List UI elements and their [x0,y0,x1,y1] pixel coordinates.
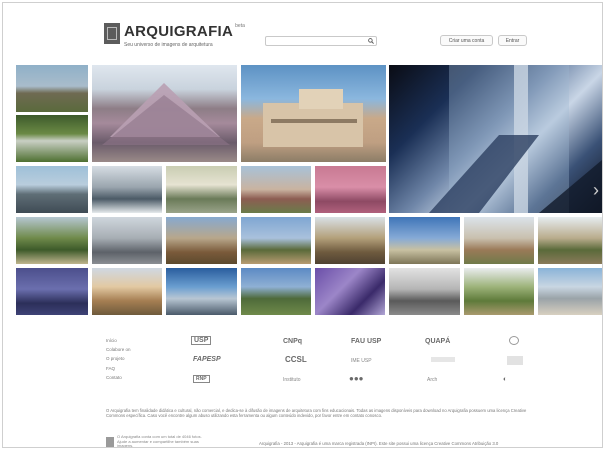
photo-tile[interactable] [92,217,162,264]
photo-tile[interactable] [241,268,311,315]
footer-link-home[interactable]: Início [106,338,131,343]
site-logo[interactable]: ARQUIGRAFIA beta Seu universo de imagens … [104,23,245,48]
partner-logo-quapa[interactable]: QUAPÁ [425,338,450,345]
photo-tile[interactable] [315,268,385,315]
footer-link-contact[interactable]: Contato [106,375,131,380]
footer-note-text: O Arquigrafia conta com um total de 4046… [117,434,202,448]
photo-tile[interactable] [166,268,237,315]
photo-tile[interactable] [16,115,88,162]
partner-logo-fau[interactable]: FAU USP [351,338,381,345]
footer-link-faq[interactable]: FAQ [106,366,131,371]
logo-icon [104,23,120,44]
partner-logo-ccsl[interactable]: CCSL [285,355,307,364]
partner-logo-fapesp[interactable]: FAPESP [193,356,221,363]
create-account-button[interactable]: Criar uma conta [440,35,493,46]
photo-mosaic [16,65,602,317]
footer-link-project[interactable]: O projeto [106,356,131,361]
partner-logo-extra-3-icon[interactable] [507,356,523,365]
partner-logo-usp[interactable]: USP [191,336,212,345]
footer-copyright: Arquigrafia - 2013 - Arquigrafia é uma m… [259,441,499,446]
photo-tile[interactable] [315,166,386,213]
photo-tile[interactable] [241,166,311,213]
photo-tile[interactable] [315,217,385,264]
footer-nav: Início Colabore on O projeto FAQ Contato [106,338,131,384]
partner-logo-extra-1-icon[interactable] [509,336,519,345]
partner-logo-rnp[interactable]: RNP [193,375,210,383]
partner-logo-instituto[interactable]: Instituto [283,377,301,383]
partner-logo-cgo-icon[interactable]: ●●● [349,374,364,383]
photo-tile[interactable] [92,65,237,162]
logo-title: ARQUIGRAFIA [124,23,234,40]
partner-logo-cnpq[interactable]: CNPq [283,338,302,345]
partner-logo-extra-4-icon[interactable]: ◐ [503,376,507,383]
photo-tile[interactable] [16,217,88,264]
staircase-graphic [429,65,602,213]
login-button[interactable]: Entrar [498,35,527,46]
photo-tile[interactable] [538,217,602,264]
photo-tile[interactable] [241,217,311,264]
photo-tile[interactable] [92,166,162,213]
photo-tile[interactable] [16,65,88,112]
photo-tile[interactable] [464,217,534,264]
logo-subtitle: Seu universo de imagens de arquitetura [124,42,213,48]
photo-tile[interactable] [464,268,534,315]
carousel-next-icon[interactable]: › [593,181,599,199]
photo-tile[interactable] [16,166,88,213]
photo-tile[interactable] [389,217,460,264]
photo-tile[interactable] [538,268,602,315]
footer-disclaimer: O Arquigrafia tem finalidade didática e … [106,408,527,419]
photo-tile[interactable] [241,65,386,162]
footer-link-collaborate[interactable]: Colabore on [106,347,131,352]
logo-beta-label: beta [235,23,245,29]
partner-logo-arch[interactable]: Arch [427,377,437,383]
thatched-roof-graphic [102,83,230,145]
photo-tile[interactable] [16,268,88,315]
featured-photo[interactable] [389,65,602,213]
photo-tile[interactable] [389,268,460,315]
search-box [265,36,377,53]
partner-logo-ime[interactable]: IME USP [351,358,372,364]
photo-tile[interactable] [166,166,237,213]
building-graphic [263,89,363,147]
footer-logo-icon [106,436,114,447]
search-icon[interactable] [368,38,374,44]
photo-tile[interactable] [166,217,237,264]
partner-logos: USP CNPq FAU USP QUAPÁ FAPESP CCSL IME U… [191,336,541,398]
search-input[interactable] [266,45,362,53]
partner-logo-extra-2-icon[interactable] [431,357,455,362]
photo-tile[interactable] [92,268,162,315]
page-frame: ARQUIGRAFIA beta Seu universo de imagens … [2,2,603,448]
footer-note: O Arquigrafia conta com um total de 4046… [106,434,207,448]
